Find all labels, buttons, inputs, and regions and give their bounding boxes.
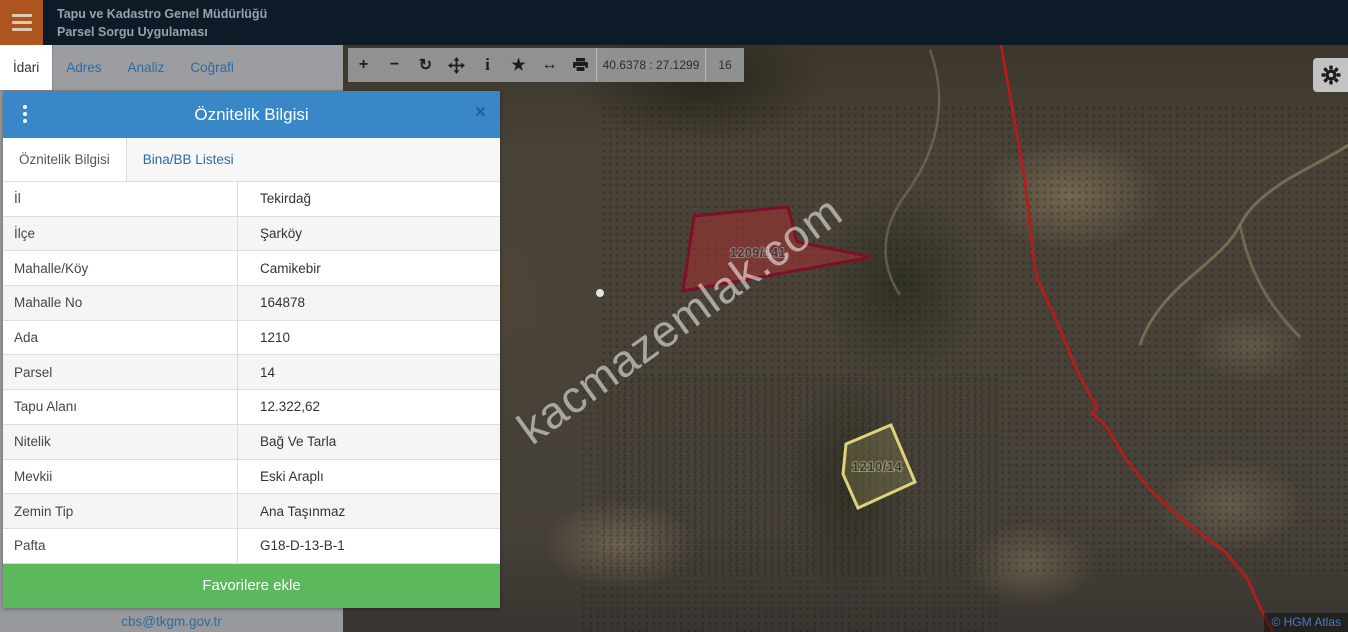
attribute-panel-header: Öznitelik Bilgisi × — [3, 91, 500, 138]
tab-bina-bb-listesi[interactable]: Bina/BB Listesi — [127, 138, 250, 181]
tab-cografi[interactable]: Coğrafi — [177, 45, 247, 90]
attribute-label: İl — [14, 191, 21, 207]
app-title-line1: Tapu ve Kadastro Genel Müdürlüğü — [57, 7, 268, 21]
attribute-table: İl Tekirdağ İlçe Şarköy Mahalle/Köy Camikebir… — [3, 182, 500, 564]
attribute-value: 12.322,62 — [260, 399, 321, 415]
print-button[interactable] — [565, 48, 596, 82]
attribute-value: Bağ Ve Tarla — [260, 434, 337, 450]
refresh-icon: ↻ — [418, 57, 433, 74]
dirt-trail — [884, 49, 941, 296]
attribute-panel: Öznitelik Bilgisi × Öznitelik Bilgisi Bi… — [3, 91, 500, 608]
attribute-label: Zemin Tip — [14, 503, 74, 519]
table-row: İl Tekirdağ — [3, 182, 500, 217]
contact-email-link[interactable]: cbs@tkgm.gov.tr — [0, 614, 343, 629]
plus-icon: + — [358, 56, 369, 73]
attribute-value: Camikebir — [260, 260, 321, 276]
move-icon — [448, 56, 465, 74]
hamburger-menu-button[interactable] — [0, 0, 43, 45]
map-bright-spot — [596, 289, 604, 297]
info-icon: i — [485, 55, 490, 74]
table-row: Pafta G18-D-13-B-1 — [3, 529, 500, 564]
table-row: Parsel 14 — [3, 355, 500, 391]
table-row: Tapu Alanı 12.322,62 — [3, 390, 500, 425]
favorites-button[interactable]: ★ — [503, 48, 534, 82]
tab-oznitelik-bilgisi[interactable]: Öznitelik Bilgisi — [3, 138, 127, 181]
add-to-favorites-button[interactable]: Favorilere ekle — [3, 563, 500, 608]
attribute-label: Ada — [14, 330, 39, 346]
red-boundary-line — [999, 45, 1275, 632]
close-icon[interactable]: × — [475, 102, 486, 124]
attribute-label: Parsel — [14, 364, 53, 380]
zoom-in-button[interactable]: + — [348, 48, 379, 82]
attribute-value: 14 — [260, 364, 276, 380]
arrows-horizontal-icon: ↔ — [541, 56, 558, 73]
panel-title: Öznitelik Bilgisi — [194, 104, 309, 124]
tab-analiz[interactable]: Analiz — [115, 45, 178, 90]
zoom-level-display: 16 — [705, 48, 744, 82]
attribute-value: Eski Araplı — [260, 468, 324, 484]
table-row: Zemin Tip Ana Taşınmaz — [3, 494, 500, 529]
settings-button[interactable] — [1313, 58, 1348, 92]
pan-button[interactable] — [441, 48, 472, 82]
table-row: Mevkii Eski Araplı — [3, 460, 500, 495]
dirt-trail — [1238, 224, 1302, 339]
parcel-label: 1210/14 — [852, 459, 903, 474]
tab-adres[interactable]: Adres — [53, 45, 114, 90]
kebab-menu-icon[interactable] — [21, 103, 29, 125]
measure-button[interactable]: ↔ — [534, 48, 565, 82]
table-row: İlçe Şarköy — [3, 216, 500, 252]
parcel-query-app: 1209/141 1210/14 kacmazemlak.com İdari A… — [0, 0, 1348, 632]
app-title-line2: Parsel Sorgu Uygulaması — [57, 25, 208, 39]
table-row: Mahalle No 164878 — [3, 286, 500, 321]
map-attribution: © HGM Atlas — [1264, 613, 1348, 632]
table-row: Ada 1210 — [3, 321, 500, 356]
coordinates-display: 40.6378 : 27.1299 — [596, 48, 705, 82]
printer-icon — [573, 58, 588, 72]
table-row: Mahalle/Köy Camikebir — [3, 251, 500, 287]
app-header: Tapu ve Kadastro Genel Müdürlüğü Parsel … — [0, 0, 1348, 45]
attribute-value: 164878 — [260, 295, 306, 311]
attribute-label: Mahalle No — [14, 295, 83, 311]
attribute-value: G18-D-13-B-1 — [260, 538, 345, 554]
attribute-label: Tapu Alanı — [14, 399, 78, 415]
star-icon: ★ — [511, 57, 526, 74]
tab-idari[interactable]: İdari — [0, 45, 54, 90]
info-button[interactable]: i — [472, 48, 503, 82]
attribute-value: Ana Taşınmaz — [260, 503, 346, 519]
zoom-out-button[interactable]: − — [379, 48, 410, 82]
minus-icon: − — [389, 56, 400, 73]
attribute-panel-tabs: Öznitelik Bilgisi Bina/BB Listesi — [3, 138, 500, 182]
attribute-value: Şarköy — [260, 226, 303, 242]
map-toolbar: + − ↻ i ★ ↔ 40.6378 : 27.1299 16 — [348, 48, 744, 82]
app-title: Tapu ve Kadastro Genel Müdürlüğü Parsel … — [57, 5, 267, 41]
attribute-label: İlçe — [14, 226, 36, 242]
attribute-value: Tekirdağ — [260, 191, 312, 207]
table-row: Nitelik Bağ Ve Tarla — [3, 424, 500, 460]
attribute-value: 1210 — [260, 330, 291, 346]
main-nav-tabs: İdari Adres Analiz Coğrafi — [0, 45, 343, 91]
hamburger-icon — [11, 14, 32, 17]
attribute-label: Pafta — [14, 538, 46, 554]
attribute-label: Mahalle/Köy — [14, 260, 89, 276]
gear-icon — [1321, 65, 1340, 85]
refresh-button[interactable]: ↻ — [410, 48, 441, 82]
attribute-label: Nitelik — [14, 434, 51, 450]
attribute-label: Mevkii — [14, 468, 53, 484]
parcel-label: 1209/141 — [730, 246, 786, 260]
